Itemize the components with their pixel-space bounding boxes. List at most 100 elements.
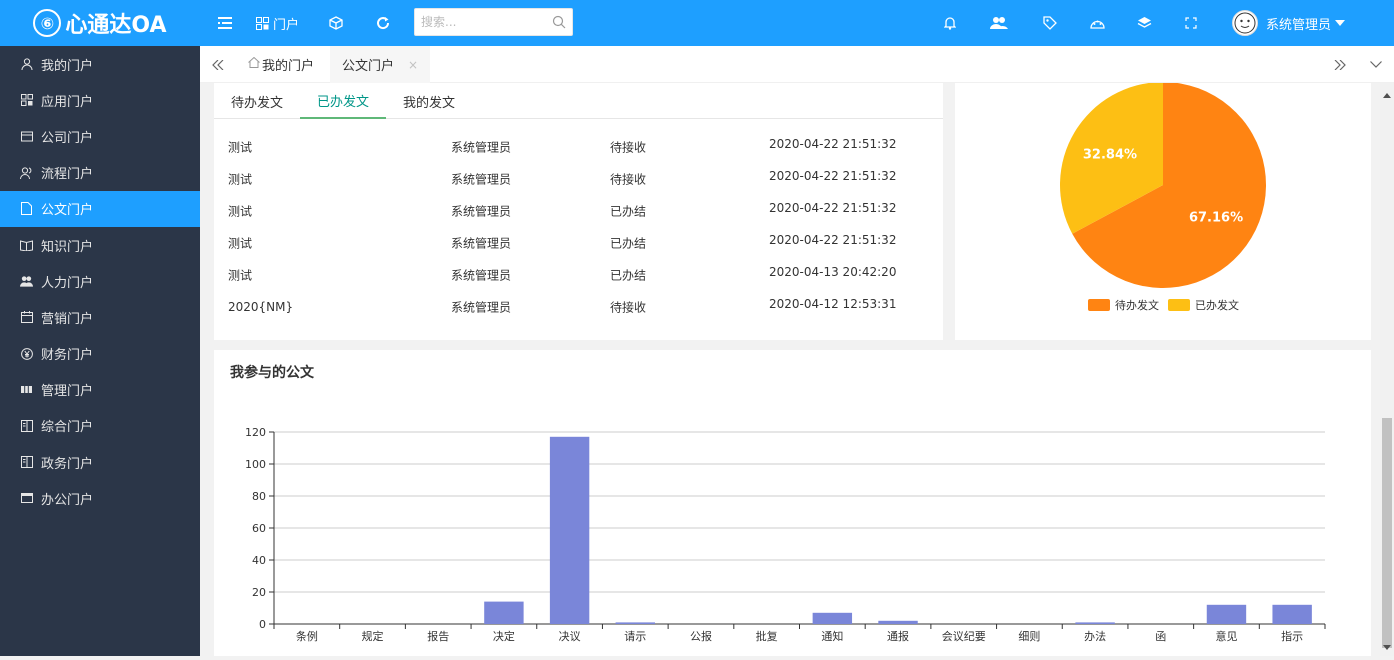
home-icon	[248, 56, 260, 72]
user-menu[interactable]: 系统管理员	[1232, 0, 1346, 46]
menu-toggle-icon[interactable]	[218, 0, 232, 46]
bar[interactable]	[1272, 604, 1312, 624]
sidebar-item-document-portal[interactable]: 公文门户	[0, 190, 200, 227]
refresh-icon[interactable]	[376, 0, 390, 46]
bar-chart-card: 我参与的公文 0 20 40 60 80 100 120 条例 规定 报告 决定 决议 请示 公报 批复 通知…	[214, 350, 1371, 656]
search-icon[interactable]	[552, 15, 566, 33]
doc-user: 系统管理员	[451, 300, 512, 315]
table-row[interactable]: 2020{NM} 系统管理员 待接收 2020-04-12 12:53:31	[214, 291, 943, 323]
x-tick-label: 意见	[1215, 629, 1237, 643]
bell-icon[interactable]	[944, 0, 956, 46]
x-tick-label: 通报	[887, 629, 909, 643]
sidebar-item-label: 营销门户	[41, 311, 94, 327]
contacts-icon[interactable]	[990, 0, 1008, 46]
bar[interactable]	[615, 622, 655, 624]
sidebar-item-management-portal[interactable]: 管理门户	[0, 372, 200, 408]
app-logo[interactable]: ⑥ 心通达OA	[0, 0, 200, 46]
layers-icon[interactable]	[1137, 0, 1152, 46]
company-icon	[20, 130, 33, 143]
legend-swatch	[1088, 299, 1110, 311]
table-row[interactable]: 测试 系统管理员 待接收 2020-04-22 21:51:32	[214, 163, 943, 195]
x-tick-label: 条例	[296, 629, 318, 643]
sidebar-item-label: 公司门户	[41, 130, 94, 146]
doc-time: 2020-04-22 21:51:32	[769, 137, 897, 151]
sidebar-item-my-portal[interactable]: 我的门户	[0, 46, 200, 82]
search-input[interactable]	[415, 9, 545, 35]
sidebar-item-label: 综合门户	[41, 420, 94, 436]
table-row[interactable]: 测试 系统管理员 已办结 2020-04-13 20:42:20	[214, 259, 943, 291]
bar[interactable]	[878, 620, 918, 624]
legend-label[interactable]: 已办发文	[1195, 298, 1239, 312]
bar[interactable]	[484, 601, 524, 624]
doc-time: 2020-04-22 21:51:32	[769, 201, 897, 215]
table-row[interactable]: 测试 系统管理员 已办结 2020-04-22 21:51:32	[214, 227, 943, 259]
legend-swatch	[1168, 299, 1190, 311]
subtab-mine[interactable]: 我的发文	[403, 83, 455, 119]
scroll-down-icon[interactable]	[1383, 639, 1391, 654]
sidebar-item-general-portal[interactable]: 综合门户	[0, 408, 200, 444]
sidebar-item-hr-portal[interactable]: 人力门户	[0, 263, 200, 299]
tab-label: 公文门户	[342, 59, 395, 74]
page-scrollbar[interactable]	[1380, 83, 1394, 656]
calendar-icon	[20, 311, 33, 324]
doc-title: 测试	[228, 204, 253, 219]
sidebar-item-office-portal[interactable]: 办公门户	[0, 480, 200, 516]
sidebar-item-finance-portal[interactable]: 财务门户	[0, 336, 200, 372]
close-icon[interactable]: ×	[408, 58, 418, 72]
tabs-scroll-left-icon[interactable]	[200, 46, 236, 83]
tab-my-portal[interactable]: 我的门户	[236, 46, 326, 83]
x-tick-label: 批复	[756, 629, 778, 643]
pie-data-label: 67.16%	[1189, 211, 1243, 226]
x-tick-label: 决议	[559, 630, 581, 643]
table-row[interactable]: 测试 系统管理员 待接收 2020-04-22 21:51:32	[214, 131, 943, 163]
bar[interactable]	[549, 436, 590, 624]
portal-menu-button[interactable]: 门户	[256, 0, 299, 46]
subtab-pending[interactable]: 待办发文	[231, 83, 283, 119]
sidebar-item-flow-portal[interactable]: 流程门户	[0, 155, 200, 191]
y-tick-label: 20	[252, 586, 266, 599]
bar[interactable]	[812, 612, 853, 624]
doc-status: 待接收	[610, 140, 647, 155]
x-tick-label: 报告	[427, 629, 449, 643]
sidebar-item-company-portal[interactable]: 公司门户	[0, 118, 200, 154]
portal-label: 门户	[273, 17, 300, 33]
bar[interactable]	[1206, 604, 1247, 624]
book-icon	[20, 239, 33, 252]
doc-title: 2020{NM}	[228, 300, 294, 314]
x-tick-label: 会议纪要	[942, 630, 986, 643]
doc-user: 系统管理员	[451, 204, 512, 219]
x-tick-label: 细则	[1018, 630, 1040, 643]
yen-icon	[20, 347, 33, 360]
palette-icon[interactable]	[1090, 0, 1105, 46]
tabs-dropdown-icon[interactable]	[1358, 46, 1394, 83]
y-tick-label: 100	[245, 458, 266, 471]
scroll-up-icon[interactable]	[1383, 87, 1391, 102]
tabs-scroll-right-icon[interactable]	[1322, 46, 1358, 83]
caret-down-icon	[1335, 20, 1346, 26]
sidebar-item-government-portal[interactable]: 政务门户	[0, 444, 200, 480]
cube-icon[interactable]	[329, 0, 343, 46]
sidebar-item-knowledge-portal[interactable]: 知识门户	[0, 227, 200, 263]
tab-document-portal[interactable]: 公文门户 ×	[330, 46, 431, 83]
fullscreen-icon[interactable]	[1185, 0, 1197, 46]
tag-icon[interactable]	[1043, 0, 1057, 46]
bar[interactable]	[1075, 622, 1115, 624]
x-tick-label: 办法	[1084, 629, 1106, 643]
sidebar-item-marketing-portal[interactable]: 营销门户	[0, 299, 200, 335]
sidebar-item-label: 管理门户	[41, 384, 94, 400]
user-icon	[20, 58, 33, 71]
app-title: 心通达OA	[65, 13, 167, 38]
subtab-done[interactable]: 已办发文	[300, 83, 387, 119]
sidebar-item-app-portal[interactable]: 应用门户	[0, 82, 200, 118]
y-tick-label: 0	[259, 618, 266, 631]
book-open-icon	[20, 419, 33, 432]
doc-status: 已办结	[610, 236, 647, 251]
sidebar-item-label: 我的门户	[41, 58, 94, 74]
doc-user: 系统管理员	[451, 268, 512, 283]
legend-label[interactable]: 待办发文	[1115, 298, 1159, 312]
apps-icon	[20, 94, 33, 107]
scroll-thumb[interactable]	[1382, 418, 1392, 648]
doc-title: 测试	[228, 236, 253, 251]
table-row[interactable]: 测试 系统管理员 已办结 2020-04-22 21:51:32	[214, 195, 943, 227]
doc-user: 系统管理员	[451, 172, 512, 187]
